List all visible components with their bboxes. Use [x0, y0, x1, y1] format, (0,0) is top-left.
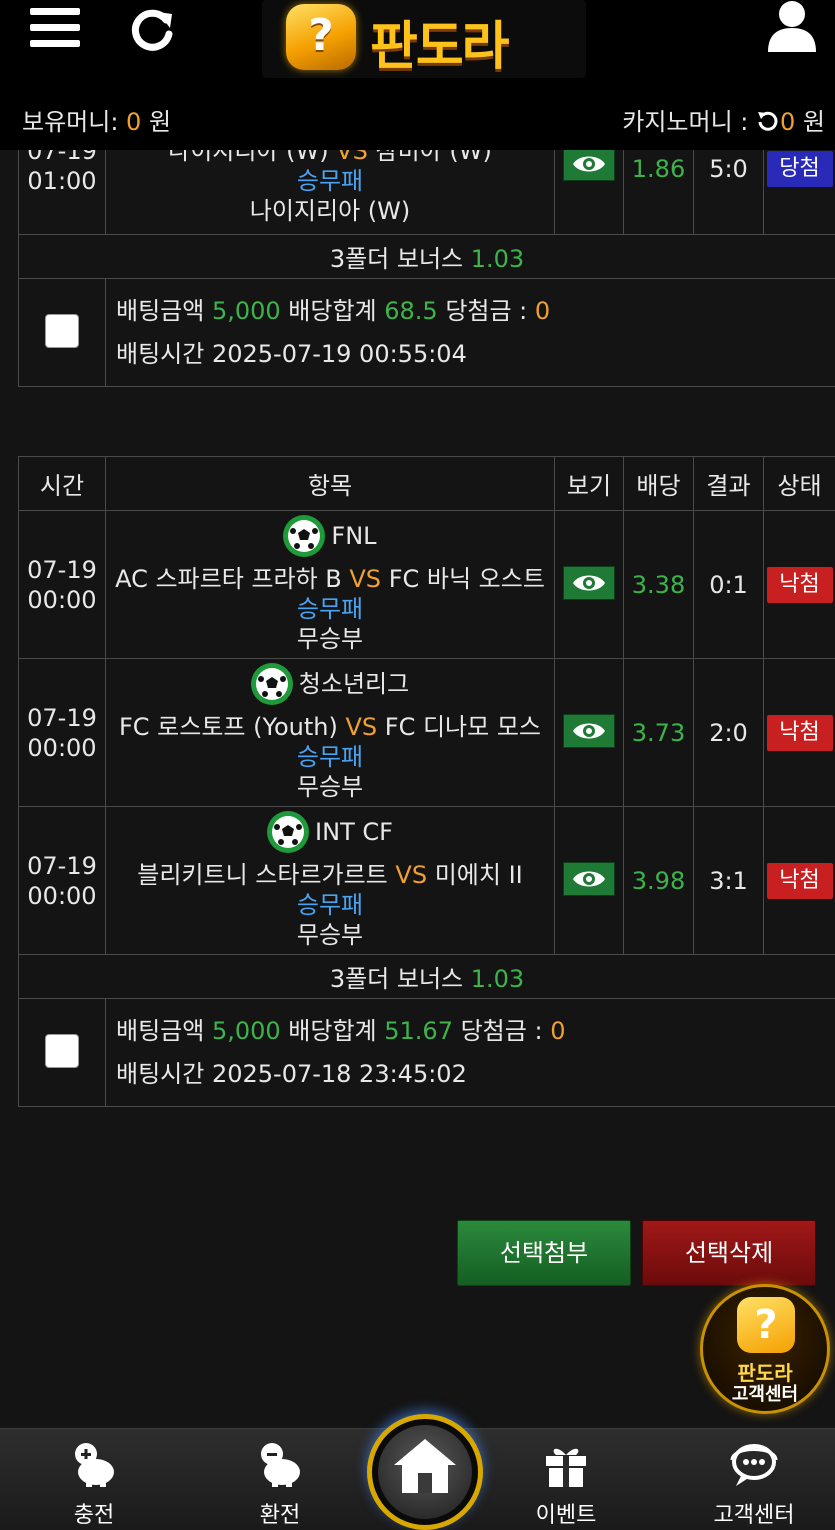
odds: 3.38 [623, 510, 694, 659]
attach-selected-button[interactable]: 선택첨부 [457, 1220, 631, 1286]
user-profile-icon[interactable] [766, 0, 818, 54]
status-badge: 낙첨 [766, 714, 833, 751]
soccer-ball-icon [283, 515, 326, 557]
bonus-row: 3폴더 보너스 1.03 [18, 234, 835, 279]
table-row: 07-19 00:00 청소년리그 FC 로스토프 (Youth) VS FC 디… [18, 658, 835, 807]
header-odds: 배당 [623, 456, 694, 511]
summary-row: 배팅금액 5,000 배당합계 68.5 당첨금 : 0 배팅시간 2025-0… [18, 278, 835, 387]
soccer-ball-icon [250, 663, 293, 705]
header-view: 보기 [554, 456, 624, 511]
odds: 3.73 [623, 658, 694, 807]
status-badge: 낙첨 [766, 862, 833, 899]
match-info: FNL AC 스파르타 프라하 B VS FC 바닉 오스트 승무패 무승부 [105, 510, 555, 659]
select-checkbox[interactable] [45, 313, 79, 348]
result: 5:0 [693, 150, 764, 235]
holding-money-value: 0 [126, 108, 142, 136]
refresh-icon[interactable] [128, 6, 176, 54]
match-time: 07-19 01:00 [18, 150, 106, 235]
odds: 3.98 [623, 806, 694, 955]
result: 2:0 [693, 658, 764, 807]
view-cell [554, 510, 624, 659]
header-result: 결과 [693, 456, 764, 511]
header-time: 시간 [18, 456, 106, 511]
status-badge: 낙첨 [766, 566, 833, 603]
select-checkbox[interactable] [45, 1033, 79, 1068]
nav-support[interactable]: 고객센터 [684, 1439, 824, 1529]
view-cell [554, 806, 624, 955]
state-cell: 당첨 [763, 150, 835, 235]
table-row: 07-19 00:00 INT CF 블리키트니 스타르가르트 VS 미에치 II… [18, 806, 835, 955]
state-cell: 낙첨 [763, 658, 835, 807]
bet-summary: 배팅금액 5,000 배당합계 68.5 당첨금 : 0 배팅시간 2025-0… [105, 278, 835, 387]
bet-history-list[interactable]: 07-19 01:00 나이지리아 (W) VS 잠비아 (W) 승무패 나이지리… [0, 150, 835, 1428]
casino-money-value: 0 [780, 108, 796, 136]
match-info: INT CF 블리키트니 스타르가르트 VS 미에치 II 승무패 무승부 [105, 806, 555, 955]
hamburger-menu-icon[interactable] [30, 8, 80, 52]
summary-row: 배팅금액 5,000 배당합계 51.67 당첨금 : 0 배팅시간 2025-… [18, 998, 835, 1107]
piggy-plus-icon [24, 1439, 164, 1491]
result: 0:1 [693, 510, 764, 659]
match-info: 청소년리그 FC 로스토프 (Youth) VS FC 디나모 모스 승무패 무… [105, 658, 555, 807]
match-time: 07-19 00:00 [18, 806, 106, 955]
logo-badge: ? [286, 4, 356, 70]
odds: 1.86 [623, 150, 694, 235]
top-header: ? 판도라 [0, 0, 835, 88]
status-badge: 당첨 [766, 151, 833, 187]
chat-bubble-icon [684, 1439, 824, 1491]
money-bar: 보유머니: 0 원 카지노머니 : 0 원 [0, 88, 835, 150]
soccer-ball-icon [267, 811, 310, 853]
site-logo[interactable]: ? 판도라 [262, 0, 586, 78]
logo-text: 판도라 [370, 17, 510, 77]
view-cell [554, 658, 624, 807]
home-icon [394, 1439, 456, 1493]
view-eye-icon[interactable] [563, 861, 615, 896]
bet-slip-1: 07-19 01:00 나이지리아 (W) VS 잠비아 (W) 승무패 나이지리… [18, 150, 835, 387]
casino-money: 카지노머니 : 0 원 [622, 108, 825, 136]
nav-exchange[interactable]: 환전 [210, 1439, 350, 1529]
nav-event[interactable]: 이벤트 [496, 1439, 636, 1529]
header-state: 상태 [763, 456, 835, 511]
customer-center-float-button[interactable]: ? 판도라 고객센터 [700, 1284, 830, 1414]
state-cell: 낙첨 [763, 510, 835, 659]
table-header-row: 시간 항목 보기 배당 결과 상태 [18, 456, 835, 511]
logo-badge: ? [737, 1297, 795, 1353]
gift-icon [496, 1439, 636, 1491]
view-eye-icon[interactable] [563, 150, 615, 181]
view-eye-icon[interactable] [563, 565, 615, 600]
view-cell [554, 150, 624, 235]
result: 3:1 [693, 806, 764, 955]
table-row: 07-19 00:00 FNL AC 스파르타 프라하 B VS FC 바닉 오스… [18, 510, 835, 659]
bet-summary: 배팅금액 5,000 배당합계 51.67 당첨금 : 0 배팅시간 2025-… [105, 998, 835, 1107]
match-info: 나이지리아 (W) VS 잠비아 (W) 승무패 나이지리아 (W) [105, 150, 555, 235]
nav-charge[interactable]: 충전 [24, 1439, 164, 1529]
piggy-minus-icon [210, 1439, 350, 1491]
delete-selected-button[interactable]: 선택삭제 [642, 1220, 816, 1286]
match-time: 07-19 00:00 [18, 510, 106, 659]
table-row: 07-19 01:00 나이지리아 (W) VS 잠비아 (W) 승무패 나이지리… [18, 150, 835, 235]
casino-refresh-icon[interactable] [756, 108, 780, 136]
holding-money: 보유머니: 0 원 [22, 108, 172, 136]
state-cell: 낙첨 [763, 806, 835, 955]
header-item: 항목 [105, 456, 555, 511]
bet-slip-2: 시간 항목 보기 배당 결과 상태 07-19 00:00 FNL AC 스파르타… [18, 456, 835, 1107]
bonus-row: 3폴더 보너스 1.03 [18, 954, 835, 999]
home-button[interactable] [367, 1414, 483, 1530]
match-time: 07-19 00:00 [18, 658, 106, 807]
view-eye-icon[interactable] [563, 713, 615, 748]
